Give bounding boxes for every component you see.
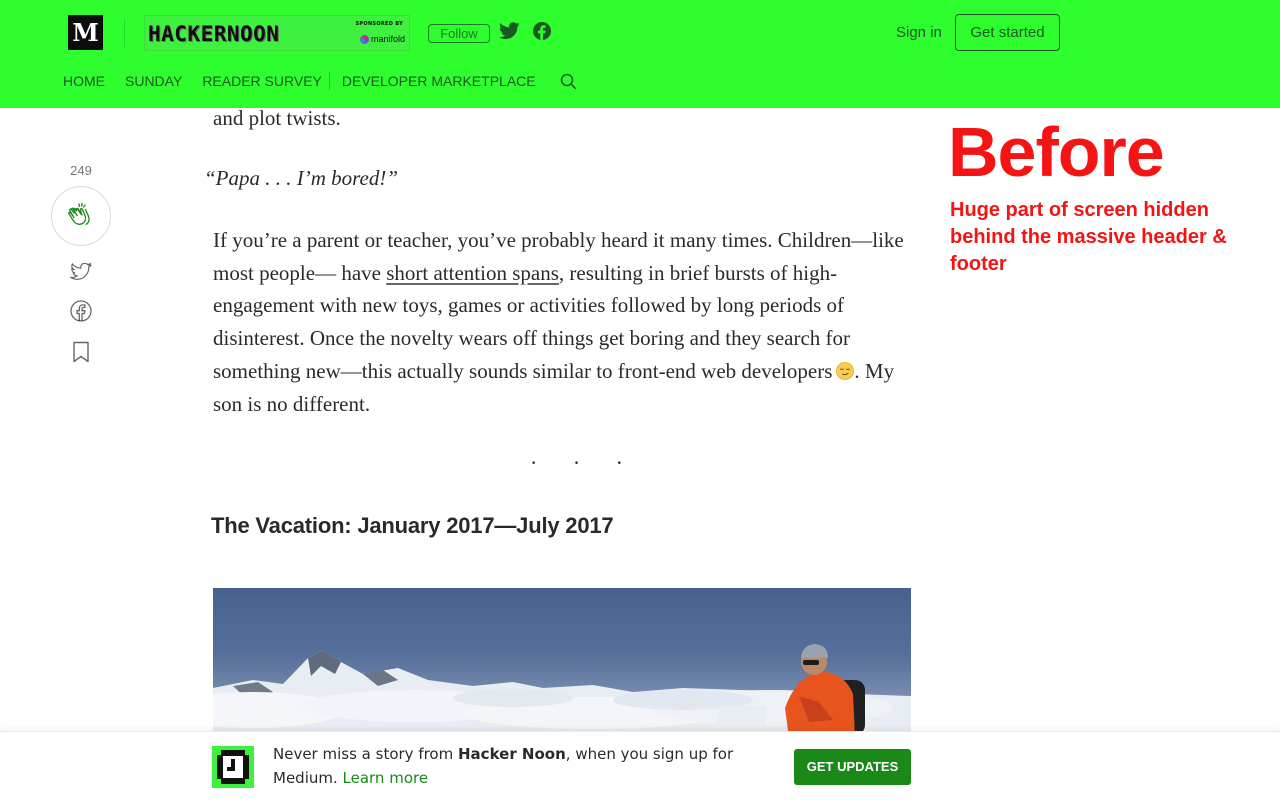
section-heading: The Vacation: January 2017—July 2017 xyxy=(211,513,614,538)
publication-logo[interactable]: HACKERNOON SPONSORED BY manifold xyxy=(144,15,410,51)
pull-quote: “Papa . . . I’m bored!” xyxy=(204,166,399,190)
section-separator: · · · xyxy=(530,450,638,475)
sponsor-logo: manifold xyxy=(359,33,405,45)
get-started-button[interactable]: Get started xyxy=(955,14,1060,51)
clap-icon xyxy=(68,202,90,225)
twitter-icon[interactable] xyxy=(499,22,520,40)
sponsored-by-label: SPONSORED BY xyxy=(355,21,403,27)
hackernoon-logo xyxy=(212,746,254,788)
signup-text: Never miss a story from xyxy=(273,745,458,763)
sponsor-name: manifold xyxy=(370,34,405,44)
sticky-footer: Never miss a story from Hacker Noon, whe… xyxy=(0,731,1280,800)
learn-more-link[interactable]: Learn more xyxy=(343,769,429,787)
facebook-icon[interactable] xyxy=(70,300,92,322)
nav-reader-survey[interactable]: READER SURVEY xyxy=(202,73,322,89)
clap-button[interactable] xyxy=(51,186,111,246)
manifold-icon xyxy=(359,34,369,44)
annotation-title: Before xyxy=(948,113,1165,191)
twitter-icon[interactable] xyxy=(70,263,92,281)
publication-name: Hacker Noon xyxy=(458,745,566,763)
attention-spans-link[interactable]: short attention spans xyxy=(386,261,559,285)
sign-in-link[interactable]: Sign in xyxy=(896,24,942,41)
site-header: M HACKERNOON SPONSORED BY manifold Follo… xyxy=(0,0,1280,108)
annotation-note: Huge part of screen hidden behind the ma… xyxy=(950,199,1227,275)
article-image[interactable] xyxy=(213,588,911,738)
nav-developer-marketplace[interactable]: DEVELOPER MARKETPLACE xyxy=(342,73,536,89)
nav-home[interactable]: HOME xyxy=(63,73,105,89)
medium-logo[interactable]: M xyxy=(68,15,103,50)
publication-nav: HOME SUNDAY READER SURVEY DEVELOPER MARK… xyxy=(63,72,577,90)
nav-divider xyxy=(328,72,330,90)
article-paragraph: If you’re a parent or teacher, you’ve pr… xyxy=(213,224,913,420)
get-updates-button[interactable]: GET UPDATES xyxy=(794,749,911,785)
nav-sunday[interactable]: SUNDAY xyxy=(125,73,182,89)
bookmark-icon[interactable] xyxy=(72,341,90,363)
publication-name: HACKERNOON xyxy=(148,22,280,46)
clap-count: 249 xyxy=(70,163,92,178)
mountain-scene xyxy=(213,644,911,738)
hackernoon-logo-icon xyxy=(217,750,249,784)
search-icon[interactable] xyxy=(560,73,577,90)
follow-button[interactable]: Follow xyxy=(428,24,490,43)
header-divider xyxy=(124,19,125,47)
smirk-emoji-icon xyxy=(836,361,855,380)
facebook-icon[interactable] xyxy=(533,22,551,40)
signup-message: Never miss a story from Hacker Noon, whe… xyxy=(273,742,743,790)
